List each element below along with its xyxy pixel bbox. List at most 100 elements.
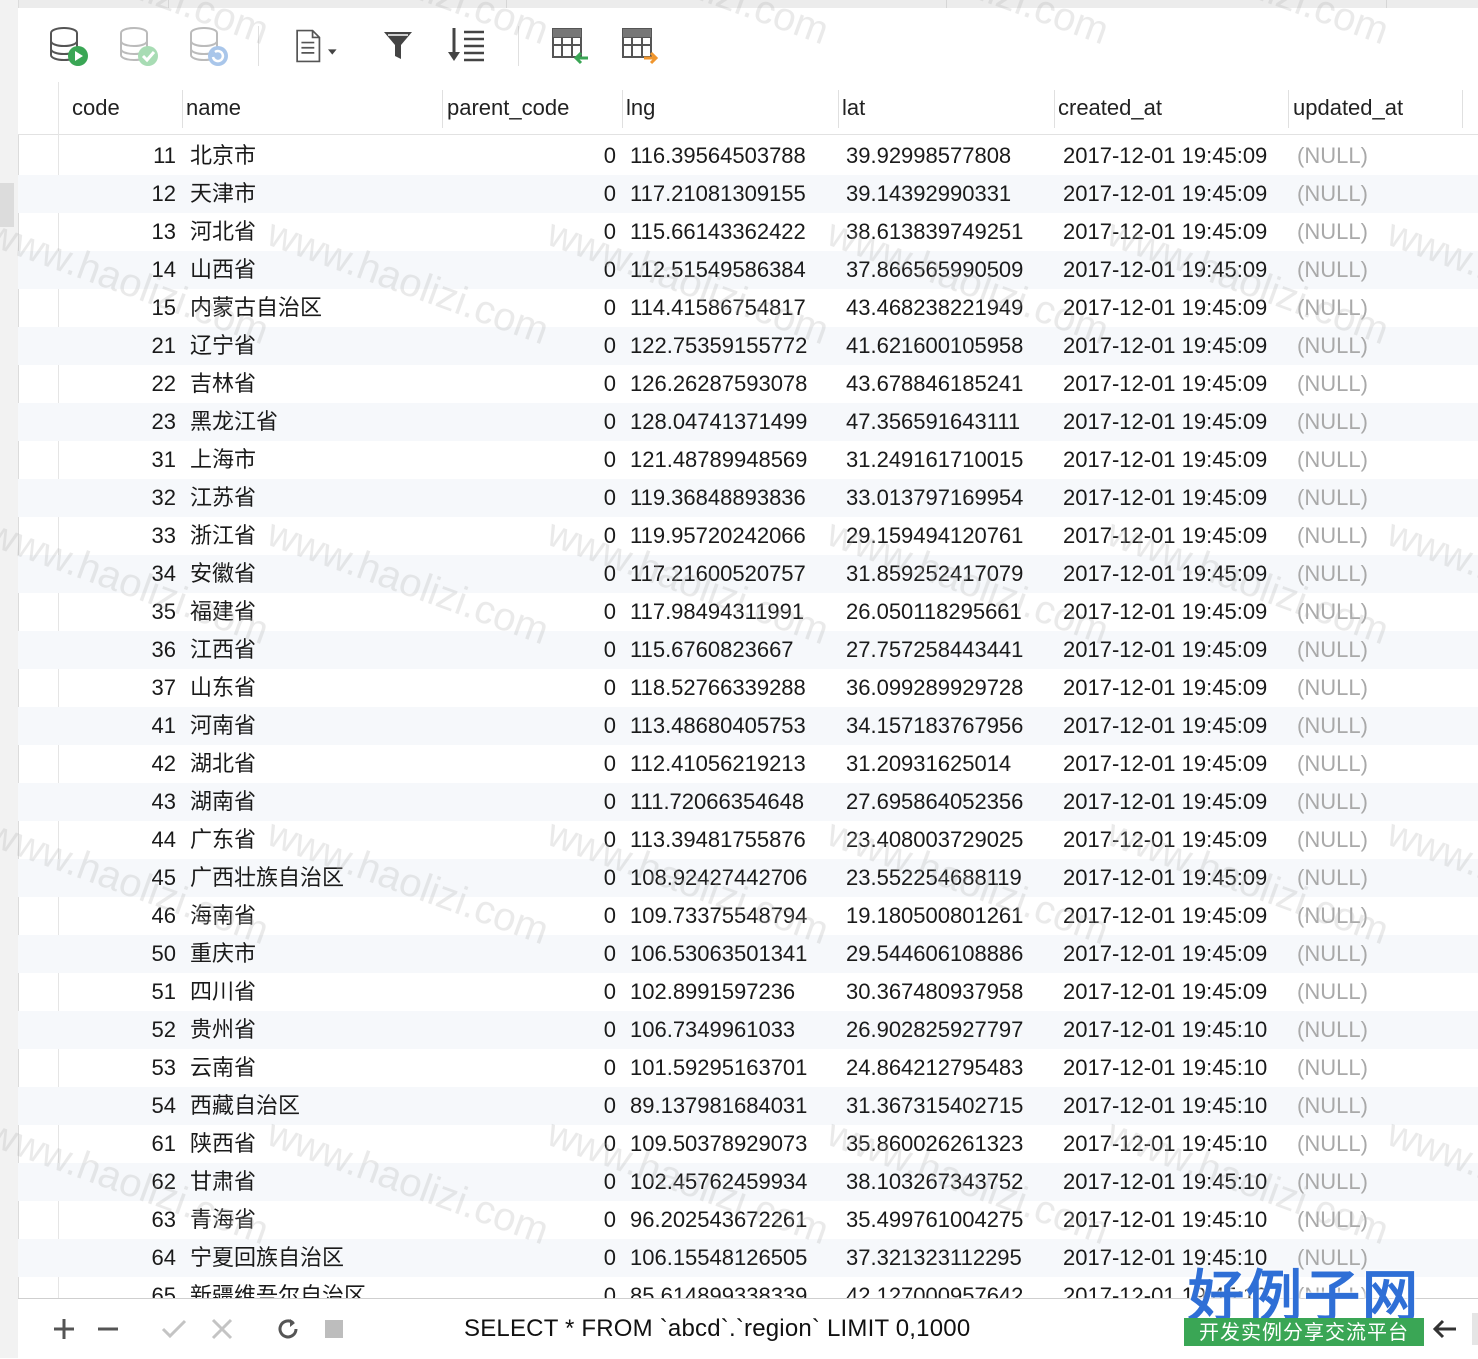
cell-parent-code[interactable]: 0 <box>448 327 616 365</box>
cell-parent-code[interactable]: 0 <box>448 783 616 821</box>
cell-updated-at[interactable]: (NULL) <box>1297 1087 1368 1125</box>
cell-name[interactable]: 陕西省 <box>190 1125 256 1163</box>
column-header-lng[interactable]: lng <box>626 82 655 134</box>
cell-lng[interactable]: 128.04741371499 <box>630 403 807 441</box>
cell-updated-at[interactable]: (NULL) <box>1297 403 1368 441</box>
cell-created-at[interactable]: 2017-12-01 19:45:09 <box>1063 973 1267 1011</box>
table-row[interactable]: 23 黑龙江省 0 128.04741371499 47.356591643111 201… <box>18 403 1478 441</box>
cell-code[interactable]: 32 <box>98 479 176 517</box>
cell-code[interactable]: 23 <box>98 403 176 441</box>
cell-lng[interactable]: 121.48789948569 <box>630 441 807 479</box>
cell-lng[interactable]: 106.7349961033 <box>630 1011 795 1049</box>
cell-name[interactable]: 河南省 <box>190 707 256 745</box>
cell-code[interactable]: 51 <box>98 973 176 1011</box>
cell-parent-code[interactable]: 0 <box>448 555 616 593</box>
cell-lat[interactable]: 23.552254688119 <box>846 859 1022 897</box>
cell-created-at[interactable]: 2017-12-01 19:45:09 <box>1063 593 1267 631</box>
cell-code[interactable]: 45 <box>98 859 176 897</box>
top-tab-1[interactable] <box>0 0 169 8</box>
cell-name[interactable]: 天津市 <box>190 175 256 213</box>
cell-name[interactable]: 辽宁省 <box>190 327 256 365</box>
column-header-lat[interactable]: lat <box>842 82 865 134</box>
cell-lng[interactable]: 117.98494311991 <box>630 593 804 631</box>
table-row[interactable]: 42 湖北省 0 112.41056219213 31.20931625014 2017-… <box>18 745 1478 783</box>
top-tab-4[interactable] <box>946 0 1387 8</box>
cell-name[interactable]: 安徽省 <box>190 555 256 593</box>
cell-created-at[interactable]: 2017-12-01 19:45:09 <box>1063 213 1267 251</box>
cell-created-at[interactable]: 2017-12-01 19:45:09 <box>1063 745 1267 783</box>
cell-created-at[interactable]: 2017-12-01 19:45:09 <box>1063 137 1267 175</box>
cell-created-at[interactable]: 2017-12-01 19:45:09 <box>1063 935 1267 973</box>
cell-parent-code[interactable]: 0 <box>448 175 616 213</box>
cell-name[interactable]: 广西壮族自治区 <box>190 859 344 897</box>
cell-created-at[interactable]: 2017-12-01 19:45:09 <box>1063 631 1267 669</box>
cell-lat[interactable]: 34.157183767956 <box>846 707 1023 745</box>
cell-code[interactable]: 42 <box>98 745 176 783</box>
cell-name[interactable]: 湖南省 <box>190 783 256 821</box>
cell-created-at[interactable]: 2017-12-01 19:45:09 <box>1063 365 1267 403</box>
table-row[interactable]: 63 青海省 0 96.202543672261 35.499761004275 2017… <box>18 1201 1478 1239</box>
cell-created-at[interactable]: 2017-12-01 19:45:10 <box>1063 1163 1267 1201</box>
cell-name[interactable]: 贵州省 <box>190 1011 256 1049</box>
export-table-icon[interactable] <box>616 22 664 70</box>
cell-parent-code[interactable]: 0 <box>448 441 616 479</box>
cell-name[interactable]: 青海省 <box>190 1201 256 1239</box>
cell-lat[interactable]: 31.367315402715 <box>846 1087 1023 1125</box>
cell-name[interactable]: 海南省 <box>190 897 256 935</box>
table-row[interactable]: 36 江西省 0 115.6760823667 27.757258443441 2017-… <box>18 631 1478 669</box>
cell-lng[interactable]: 108.92427442706 <box>630 859 807 897</box>
cell-created-at[interactable]: 2017-12-01 19:45:09 <box>1063 327 1267 365</box>
cell-created-at[interactable]: 2017-12-01 19:45:09 <box>1063 517 1267 555</box>
cell-name[interactable]: 重庆市 <box>190 935 256 973</box>
cell-name[interactable]: 黑龙江省 <box>190 403 278 441</box>
cell-updated-at[interactable]: (NULL) <box>1297 517 1368 555</box>
cell-parent-code[interactable]: 0 <box>448 1163 616 1201</box>
cell-code[interactable]: 11 <box>98 137 176 175</box>
cell-parent-code[interactable]: 0 <box>448 403 616 441</box>
cell-updated-at[interactable]: (NULL) <box>1297 251 1368 289</box>
cell-lng[interactable]: 122.75359155772 <box>630 327 807 365</box>
cell-lng[interactable]: 102.45762459934 <box>630 1163 807 1201</box>
cell-lng[interactable]: 96.202543672261 <box>630 1201 807 1239</box>
table-row[interactable]: 31 上海市 0 121.48789948569 31.249161710015 2017… <box>18 441 1478 479</box>
table-row[interactable]: 33 浙江省 0 119.95720242066 29.159494120761 2017… <box>18 517 1478 555</box>
cell-created-at[interactable]: 2017-12-01 19:45:09 <box>1063 441 1267 479</box>
cell-parent-code[interactable]: 0 <box>448 213 616 251</box>
cell-name[interactable]: 甘肃省 <box>190 1163 256 1201</box>
cell-lng[interactable]: 118.52766339288 <box>630 669 806 707</box>
cell-lng[interactable]: 109.50378929073 <box>630 1125 807 1163</box>
cell-lng[interactable]: 89.137981684031 <box>630 1087 807 1125</box>
cell-lat[interactable]: 31.859252417079 <box>846 555 1023 593</box>
cell-code[interactable]: 43 <box>98 783 176 821</box>
cell-lat[interactable]: 35.860026261323 <box>846 1125 1023 1163</box>
cell-name[interactable]: 山西省 <box>190 251 256 289</box>
cell-created-at[interactable]: 2017-12-01 19:45:09 <box>1063 403 1267 441</box>
cell-code[interactable]: 61 <box>98 1125 176 1163</box>
cell-lat[interactable]: 27.695864052356 <box>846 783 1023 821</box>
cell-code[interactable]: 64 <box>98 1239 176 1277</box>
top-tab-2[interactable] <box>168 0 507 8</box>
cell-lng[interactable]: 119.36848893836 <box>630 479 806 517</box>
cell-created-at[interactable]: 2017-12-01 19:45:09 <box>1063 859 1267 897</box>
cell-lng[interactable]: 115.6760823667 <box>630 631 794 669</box>
add-icon[interactable] <box>48 1313 80 1345</box>
refresh-icon[interactable] <box>272 1313 304 1345</box>
cell-parent-code[interactable]: 0 <box>448 669 616 707</box>
cell-lng[interactable]: 115.66143362422 <box>630 213 806 251</box>
cell-code[interactable]: 14 <box>98 251 176 289</box>
cell-parent-code[interactable]: 0 <box>448 1049 616 1087</box>
cell-parent-code[interactable]: 0 <box>448 1125 616 1163</box>
cell-parent-code[interactable]: 0 <box>448 289 616 327</box>
import-table-icon[interactable] <box>546 22 594 70</box>
cell-code[interactable]: 35 <box>98 593 176 631</box>
cell-parent-code[interactable]: 0 <box>448 1277 616 1298</box>
cell-parent-code[interactable]: 0 <box>448 631 616 669</box>
cell-created-at[interactable]: 2017-12-01 19:45:09 <box>1063 175 1267 213</box>
cell-name[interactable]: 吉林省 <box>190 365 256 403</box>
stop-icon[interactable] <box>318 1313 350 1345</box>
cell-updated-at[interactable]: (NULL) <box>1297 707 1368 745</box>
cell-updated-at[interactable]: (NULL) <box>1297 365 1368 403</box>
cell-name[interactable]: 江西省 <box>190 631 256 669</box>
cell-updated-at[interactable]: (NULL) <box>1297 441 1368 479</box>
cell-updated-at[interactable]: (NULL) <box>1297 289 1368 327</box>
